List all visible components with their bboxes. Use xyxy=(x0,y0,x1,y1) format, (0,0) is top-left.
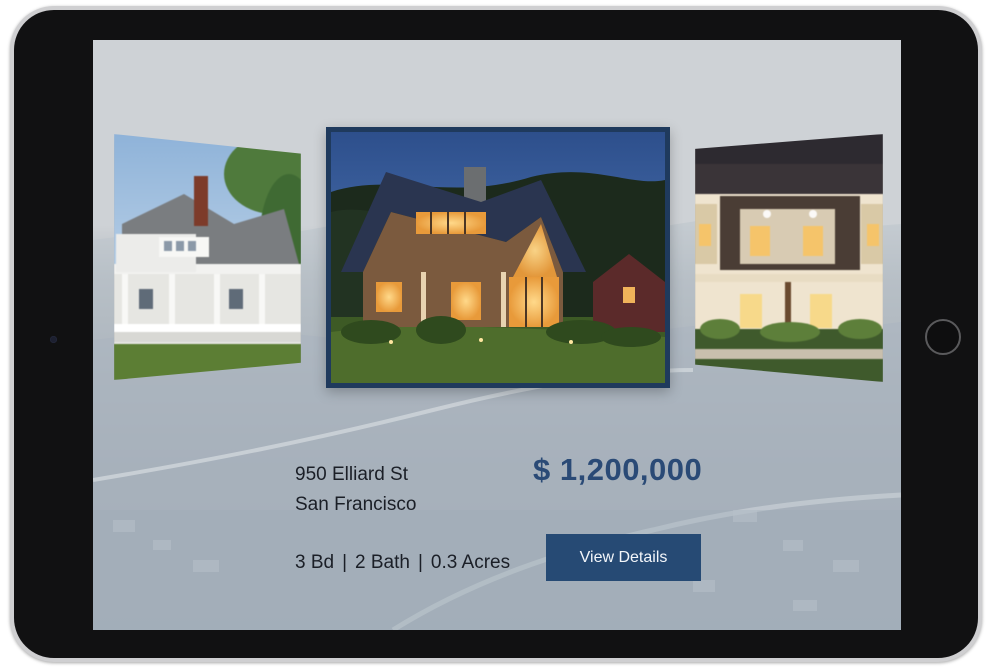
home-button[interactable] xyxy=(925,319,961,355)
house-photo-icon xyxy=(695,134,883,382)
listing-address: 950 Elliard St San Francisco xyxy=(295,460,416,520)
specs-separator: | xyxy=(342,552,348,573)
carousel-next-photo[interactable] xyxy=(695,134,883,382)
featured-photo-frame[interactable] xyxy=(326,127,670,388)
listing-specs: 3 Bd | 2 Bath | 0.3 Acres xyxy=(295,552,510,574)
house-photo-icon xyxy=(331,132,665,383)
house-photo-icon xyxy=(114,134,301,380)
listing-baths: 2 Bath xyxy=(355,552,410,573)
view-details-button[interactable]: View Details xyxy=(546,534,701,581)
listing-beds: 3 Bd xyxy=(295,552,335,573)
carousel-prev-photo[interactable] xyxy=(114,134,301,380)
listing-price: $ 1,200,000 xyxy=(533,452,703,487)
app-screen: 950 Elliard St San Francisco $ 1,200,000… xyxy=(93,40,901,630)
listing-city: San Francisco xyxy=(295,494,417,515)
listing-lot: 0.3 Acres xyxy=(430,552,511,573)
front-camera-icon xyxy=(50,336,57,343)
listing-street: 950 Elliard St xyxy=(295,464,409,485)
specs-separator: | xyxy=(417,552,423,573)
